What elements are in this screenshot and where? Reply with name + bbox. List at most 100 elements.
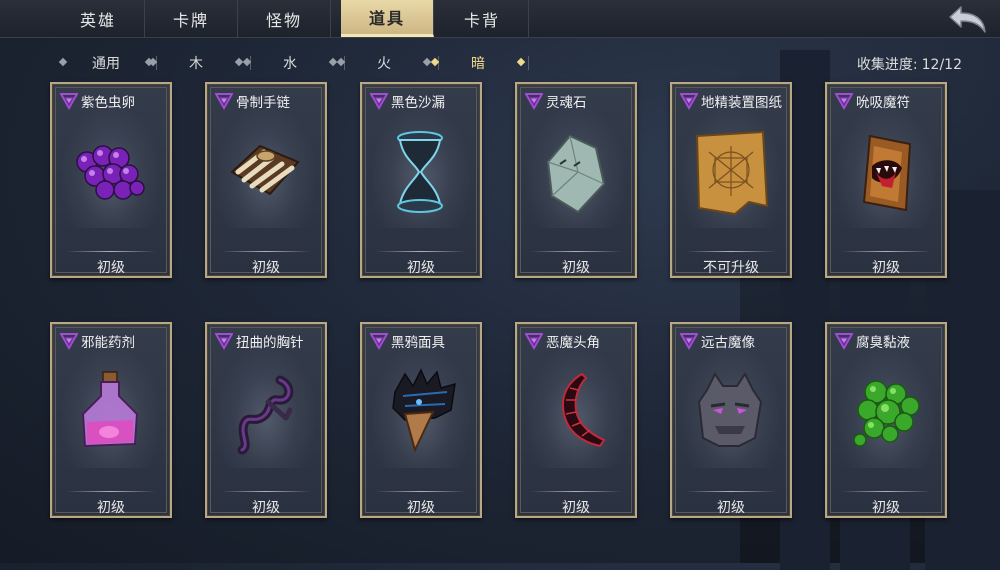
item-title: 腐臭黏液 bbox=[835, 330, 941, 352]
goblin-blueprint-icon bbox=[695, 130, 769, 216]
filter-label: 水 bbox=[283, 56, 297, 72]
tab-monsters[interactable]: 怪物 bbox=[238, 0, 331, 37]
tab-items[interactable]: 道具 bbox=[341, 0, 434, 37]
divider bbox=[66, 251, 156, 252]
ancient-golem-icon bbox=[697, 372, 763, 447]
item-title: 恶魔头角 bbox=[525, 330, 631, 352]
divider bbox=[221, 251, 311, 252]
rank-triangle-icon bbox=[525, 92, 543, 110]
diamond-icon bbox=[148, 57, 158, 67]
bone-bracelet-icon bbox=[230, 144, 300, 196]
item-level: 初级 bbox=[562, 260, 590, 276]
item-level: 初级 bbox=[97, 500, 125, 516]
rank-triangle-icon bbox=[370, 92, 388, 110]
item-card[interactable]: 恶魔头角 初级 bbox=[515, 322, 637, 518]
fel-potion-icon bbox=[81, 371, 139, 448]
divider bbox=[841, 251, 931, 252]
divider bbox=[221, 491, 311, 492]
tab-card-backs[interactable]: 卡背 bbox=[436, 0, 529, 37]
filter-water[interactable]: 水 bbox=[242, 52, 338, 74]
rank-triangle-icon bbox=[215, 332, 233, 350]
item-level: 初级 bbox=[97, 260, 125, 276]
item-name: 紫色虫卵 bbox=[81, 95, 135, 111]
filter-label: 暗 bbox=[471, 56, 485, 72]
rank-triangle-icon bbox=[835, 332, 853, 350]
item-card[interactable]: 骨制手链 初级 bbox=[205, 82, 327, 278]
purple-eggs-icon bbox=[76, 145, 145, 200]
back-arrow-icon bbox=[949, 6, 986, 33]
item-title: 地精装置图纸 bbox=[680, 90, 786, 112]
item-title: 骨制手链 bbox=[215, 90, 321, 112]
item-name: 吮吸魔符 bbox=[856, 95, 910, 111]
demon-horn-icon bbox=[562, 372, 606, 448]
item-name: 邪能药剂 bbox=[81, 335, 135, 351]
twisted-brooch-icon bbox=[237, 375, 294, 455]
item-title: 吮吸魔符 bbox=[835, 90, 941, 112]
divider bbox=[376, 251, 466, 252]
item-level: 初级 bbox=[872, 500, 900, 516]
item-title: 邪能药剂 bbox=[60, 330, 166, 352]
item-name: 地精装置图纸 bbox=[701, 95, 782, 111]
filter-wood[interactable]: 木 bbox=[148, 52, 244, 74]
filter-general[interactable]: 通用 bbox=[58, 52, 154, 74]
item-level: 初级 bbox=[252, 500, 280, 516]
item-title: 黑色沙漏 bbox=[370, 90, 476, 112]
soul-stone-icon bbox=[546, 134, 606, 214]
filter-label: 通用 bbox=[92, 56, 120, 72]
item-card[interactable]: 灵魂石 初级 bbox=[515, 82, 637, 278]
item-card[interactable]: 吮吸魔符 初级 bbox=[825, 82, 947, 278]
item-name: 远古魔像 bbox=[701, 335, 755, 351]
item-name: 骨制手链 bbox=[236, 95, 290, 111]
item-level: 初级 bbox=[562, 500, 590, 516]
rank-triangle-icon bbox=[680, 332, 698, 350]
item-card[interactable]: 地精装置图纸 不可升级 bbox=[670, 82, 792, 278]
tab-heroes[interactable]: 英雄 bbox=[52, 0, 145, 37]
diamond-icon bbox=[430, 57, 440, 67]
diamond-icon bbox=[58, 57, 68, 67]
tab-cards[interactable]: 卡牌 bbox=[145, 0, 238, 37]
item-card[interactable]: 邪能药剂 初级 bbox=[50, 322, 172, 518]
diamond-icon bbox=[242, 57, 252, 67]
item-card[interactable]: 紫色虫卵 初级 bbox=[50, 82, 172, 278]
item-title: 扭曲的胸针 bbox=[215, 330, 321, 352]
rotten-slime-icon bbox=[853, 380, 920, 447]
filter-dark[interactable]: 暗 bbox=[430, 52, 526, 74]
progress-label: 收集进度: bbox=[856, 57, 918, 73]
item-name: 腐臭黏液 bbox=[856, 335, 910, 351]
item-name: 恶魔头角 bbox=[546, 335, 600, 351]
item-card[interactable]: 腐臭黏液 初级 bbox=[825, 322, 947, 518]
element-filter-bar: 通用 木 水 火 暗 bbox=[58, 52, 538, 74]
rank-triangle-icon bbox=[215, 92, 233, 110]
sucking-rune-icon bbox=[862, 134, 912, 212]
rank-triangle-icon bbox=[680, 92, 698, 110]
divider bbox=[531, 491, 621, 492]
item-level: 不可升级 bbox=[703, 260, 759, 276]
item-card[interactable]: 黑鸦面具 初级 bbox=[360, 322, 482, 518]
item-name: 黑色沙漏 bbox=[391, 95, 445, 111]
back-button[interactable] bbox=[946, 2, 990, 36]
filter-fire[interactable]: 火 bbox=[336, 52, 432, 74]
divider bbox=[531, 251, 621, 252]
item-title: 黑鸦面具 bbox=[370, 330, 476, 352]
diamond-icon bbox=[516, 57, 526, 67]
item-level: 初级 bbox=[717, 500, 745, 516]
rank-triangle-icon bbox=[835, 92, 853, 110]
item-name: 灵魂石 bbox=[546, 95, 587, 111]
top-tab-bar: 英雄 卡牌 怪物 道具 卡背 bbox=[0, 0, 1000, 38]
collection-progress: 收集进度: 12/12 bbox=[853, 54, 962, 74]
item-level: 初级 bbox=[407, 500, 435, 516]
rank-triangle-icon bbox=[60, 332, 78, 350]
item-level: 初级 bbox=[872, 260, 900, 276]
item-title: 远古魔像 bbox=[680, 330, 786, 352]
filter-label: 火 bbox=[377, 56, 391, 72]
divider bbox=[841, 491, 931, 492]
item-name: 黑鸦面具 bbox=[391, 335, 445, 351]
item-card[interactable]: 黑色沙漏 初级 bbox=[360, 82, 482, 278]
item-card[interactable]: 远古魔像 初级 bbox=[670, 322, 792, 518]
rank-triangle-icon bbox=[60, 92, 78, 110]
rank-triangle-icon bbox=[370, 332, 388, 350]
divider bbox=[528, 56, 529, 70]
filter-label: 木 bbox=[189, 56, 203, 72]
item-card[interactable]: 扭曲的胸针 初级 bbox=[205, 322, 327, 518]
rank-triangle-icon bbox=[525, 332, 543, 350]
